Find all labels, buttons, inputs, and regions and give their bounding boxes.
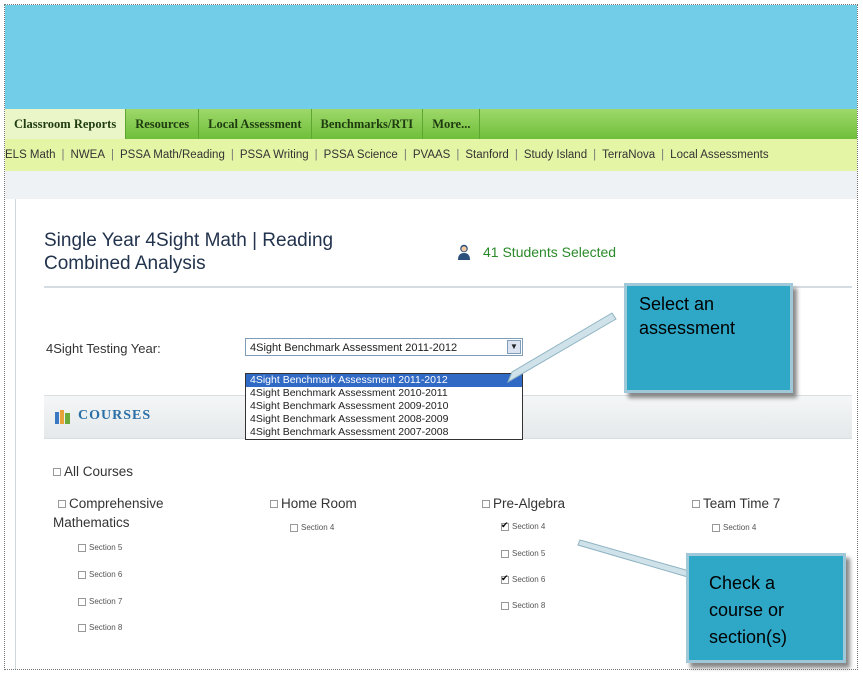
all-courses-label: All Courses bbox=[64, 464, 134, 479]
course-label: Pre-Algebra bbox=[493, 496, 566, 511]
section-option[interactable]: Section 6 bbox=[501, 573, 546, 584]
section-label: Section 8 bbox=[512, 601, 546, 610]
all-courses-option[interactable]: All Courses bbox=[53, 464, 133, 479]
testing-year-dropdown[interactable]: 4Sight Benchmark Assessment 2011-2012 4S… bbox=[245, 373, 523, 440]
dropdown-option[interactable]: 4Sight Benchmark Assessment 2009-2010 bbox=[246, 400, 522, 413]
section-label: Section 5 bbox=[89, 543, 123, 552]
tab-local-assessment[interactable]: Local Assessment bbox=[199, 109, 312, 139]
section-label: Section 5 bbox=[512, 549, 546, 558]
section-checkbox[interactable] bbox=[78, 597, 86, 606]
course-checkbox[interactable] bbox=[58, 500, 66, 509]
primary-nav: Classroom Reports Resources Local Assess… bbox=[5, 109, 857, 139]
course-checkbox[interactable] bbox=[692, 500, 700, 509]
section-option[interactable]: Section 6 bbox=[78, 570, 122, 579]
section-label: Section 4 bbox=[512, 522, 546, 531]
testing-year-select[interactable]: 4Sight Benchmark Assessment 2011-2012 ▼ bbox=[245, 338, 523, 356]
testing-year-selected-value: 4Sight Benchmark Assessment 2011-2012 bbox=[250, 342, 458, 354]
section-option[interactable]: Section 8 bbox=[501, 601, 545, 610]
course-label: Comprehensive bbox=[69, 496, 164, 511]
subnav-terranova[interactable]: TerraNova bbox=[596, 149, 661, 161]
callout-text: Select an bbox=[639, 294, 715, 314]
subnav-nwea[interactable]: NWEA bbox=[65, 149, 112, 161]
section-checkbox[interactable] bbox=[78, 623, 86, 632]
dropdown-option[interactable]: 4Sight Benchmark Assessment 2011-2012 bbox=[246, 374, 522, 387]
header-banner bbox=[5, 5, 857, 109]
callout-text: assessment bbox=[639, 318, 736, 338]
subnav-stanford[interactable]: Stanford bbox=[459, 149, 514, 161]
section-checkbox[interactable] bbox=[712, 523, 720, 532]
subnav-local-assessments[interactable]: Local Assessments bbox=[664, 149, 774, 161]
course-label: Team Time 7 bbox=[703, 496, 781, 511]
courses-header: COURSES bbox=[78, 408, 152, 423]
section-option[interactable]: Section 4 bbox=[501, 520, 546, 531]
section-checkbox[interactable] bbox=[501, 520, 509, 531]
students-selected[interactable]: 41 Students Selected bbox=[457, 244, 616, 260]
person-icon bbox=[458, 244, 470, 260]
tab-benchmarks-rti[interactable]: Benchmarks/RTI bbox=[312, 109, 424, 139]
section-option[interactable]: Section 5 bbox=[501, 549, 545, 558]
all-courses-checkbox[interactable] bbox=[53, 468, 61, 477]
section-option[interactable]: Section 8 bbox=[78, 623, 122, 632]
subnav-study-island[interactable]: Study Island bbox=[518, 149, 593, 161]
subnav-pssa-science[interactable]: PSSA Science bbox=[318, 149, 404, 161]
subnav-els-math[interactable]: ELS Math bbox=[5, 149, 62, 161]
section-checkbox[interactable] bbox=[501, 573, 509, 584]
subnav-pssa-writing[interactable]: PSSA Writing bbox=[234, 149, 315, 161]
course-team-time-7[interactable]: Team Time 7 bbox=[692, 496, 780, 511]
section-checkbox[interactable] bbox=[501, 601, 509, 610]
section-label: Section 7 bbox=[89, 597, 123, 606]
section-checkbox[interactable] bbox=[78, 570, 86, 579]
course-checkbox[interactable] bbox=[482, 500, 490, 509]
course-label-line2: Mathematics bbox=[53, 515, 130, 530]
page-title: Single Year 4Sight Math | Reading Combin… bbox=[44, 229, 404, 275]
testing-year-label: 4Sight Testing Year: bbox=[46, 341, 161, 356]
dropdown-option[interactable]: 4Sight Benchmark Assessment 2007-2008 bbox=[246, 426, 522, 439]
content-gap bbox=[5, 171, 857, 199]
callout-text: course or bbox=[709, 600, 785, 620]
section-label: Section 6 bbox=[512, 575, 546, 584]
subnav-pvaas[interactable]: PVAAS bbox=[407, 149, 457, 161]
tab-more[interactable]: More... bbox=[423, 109, 481, 139]
subnav-pssa-math-reading[interactable]: PSSA Math/Reading bbox=[114, 149, 231, 161]
callout-select-assessment: Select an assessment bbox=[624, 283, 793, 393]
section-option[interactable]: Section 7 bbox=[78, 597, 122, 606]
tab-resources[interactable]: Resources bbox=[126, 109, 200, 139]
page-title-line2: Combined Analysis bbox=[44, 253, 206, 274]
course-home-room[interactable]: Home Room bbox=[270, 496, 357, 511]
page-title-line1: Single Year 4Sight Math | Reading bbox=[44, 230, 334, 251]
section-label: Section 6 bbox=[89, 570, 123, 579]
dropdown-option[interactable]: 4Sight Benchmark Assessment 2010-2011 bbox=[246, 387, 522, 400]
section-option[interactable]: Section 4 bbox=[712, 523, 756, 532]
course-label: Home Room bbox=[281, 496, 357, 511]
section-checkbox[interactable] bbox=[290, 523, 298, 532]
section-checkbox[interactable] bbox=[501, 549, 509, 558]
section-label: Section 8 bbox=[89, 623, 123, 632]
section-option[interactable]: Section 4 bbox=[290, 523, 334, 532]
books-icon bbox=[55, 410, 70, 424]
course-pre-algebra[interactable]: Pre-Algebra bbox=[482, 496, 565, 511]
section-label: Section 4 bbox=[301, 523, 335, 532]
tab-classroom-reports[interactable]: Classroom Reports bbox=[5, 109, 127, 139]
section-label: Section 4 bbox=[723, 523, 757, 532]
students-selected-label: 41 Students Selected bbox=[483, 244, 617, 260]
course-checkbox[interactable] bbox=[270, 500, 278, 509]
chevron-down-icon[interactable]: ▼ bbox=[507, 340, 521, 354]
dropdown-option[interactable]: 4Sight Benchmark Assessment 2008-2009 bbox=[246, 413, 522, 426]
section-checkbox[interactable] bbox=[78, 543, 86, 552]
callout-text: Check a bbox=[709, 573, 776, 593]
section-option[interactable]: Section 5 bbox=[78, 543, 122, 552]
course-comprehensive-math[interactable]: Comprehensive bbox=[58, 496, 164, 511]
secondary-nav: ELS Math | NWEA | PSSA Math/Reading | PSSA … bbox=[5, 139, 857, 171]
callout-check-course: Check a course or section(s) bbox=[686, 553, 846, 663]
callout-text: section(s) bbox=[709, 627, 788, 647]
